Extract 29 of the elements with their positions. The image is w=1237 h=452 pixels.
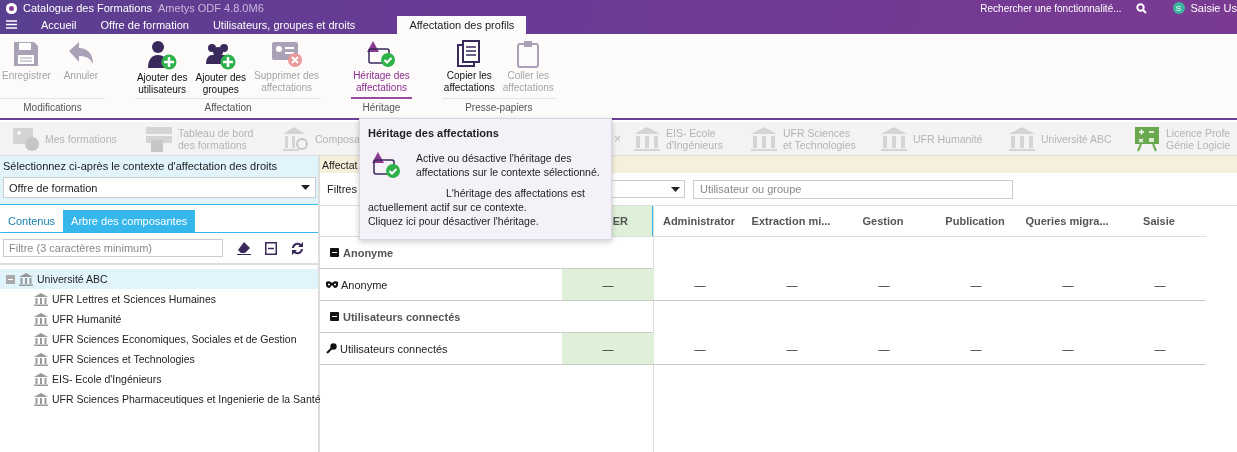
tooltip-text: Active ou désactive l'héritage des affectations sur le contexte sélectionné. <box>416 151 601 179</box>
table-cell-text: — <box>877 277 891 293</box>
app-version: Ametys ODF 4.8.0M6 <box>158 2 264 14</box>
row-label: Anonyme <box>341 278 388 291</box>
group-heading: Anonyme <box>343 246 394 259</box>
group-heading: Utilisateurs connectés <box>343 310 461 323</box>
table-cell: — <box>562 269 654 300</box>
table-cell: — <box>562 333 654 364</box>
table-cell-text: — <box>1061 341 1075 357</box>
table-cell-text: — <box>1153 277 1167 293</box>
ribbon-group-label: Modifications <box>0 98 105 118</box>
table-cell-text: — <box>785 341 799 357</box>
app-title: Catalogue des Formations <box>23 2 152 14</box>
row-label: Utilisateurs connectés <box>340 342 448 355</box>
table-cell-text: — <box>877 341 891 357</box>
table-cell-text: — <box>1153 341 1167 357</box>
table-cell-text: — <box>969 277 983 293</box>
table-cell-text: — <box>969 341 983 357</box>
tooltip-text: L'héritage des affectations est actuellement actif sur ce contexte. <box>368 186 586 214</box>
ribbon-group-label: Affectation <box>134 98 322 118</box>
table-cell-text: — <box>1061 277 1075 293</box>
tooltip-text: Cliquez ici pour désactiver l'héritage. <box>368 214 540 228</box>
tooltip-title: Héritage des affectations <box>368 127 500 139</box>
context-label: Sélectionnez ci-après le contexte d'affectation des droits <box>3 160 278 172</box>
panel-title: Affectat <box>322 158 358 171</box>
filters-label: Filtres <box>327 183 357 195</box>
table-cell-text: — <box>693 277 707 293</box>
table-cell-text: — <box>693 341 707 357</box>
table-cell-text: — <box>785 277 799 293</box>
